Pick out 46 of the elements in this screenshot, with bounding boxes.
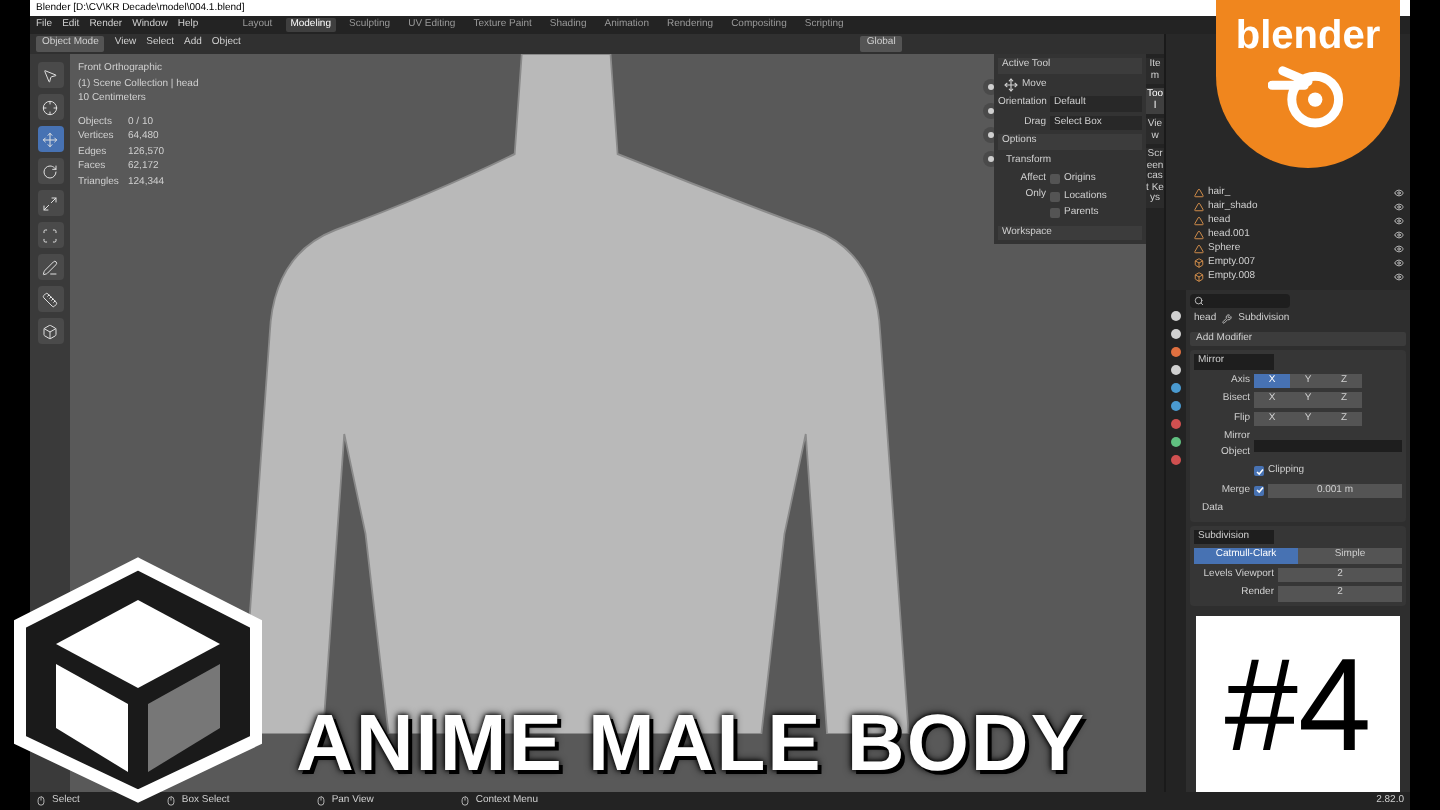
eye-icon[interactable] — [1394, 202, 1404, 212]
tool-button[interactable] — [37, 190, 63, 216]
checkbox[interactable] — [1254, 485, 1264, 496]
checkmark-icon — [1255, 486, 1263, 495]
wrench-icon — [1222, 314, 1233, 325]
mouse-icon — [36, 796, 46, 806]
mouse-icon — [165, 796, 176, 806]
crosshair-icon — [42, 99, 58, 115]
eye-icon[interactable] — [1394, 258, 1404, 268]
tool-button[interactable] — [37, 62, 63, 88]
tool-button[interactable] — [37, 126, 63, 152]
search-icon — [1194, 296, 1204, 306]
ruler-icon — [42, 291, 58, 307]
move-arrows-icon — [1004, 77, 1018, 92]
mouse-icon — [315, 796, 326, 806]
cube-icon — [42, 323, 58, 339]
eye-icon[interactable] — [1394, 230, 1404, 240]
frame-icon — [42, 227, 58, 243]
pointer-icon — [42, 67, 58, 83]
tool-button[interactable] — [37, 254, 63, 280]
move-arrows-icon — [42, 131, 58, 147]
rotate-icon — [42, 163, 58, 179]
blender-logo-icon — [1268, 60, 1348, 132]
mouse-icon — [459, 796, 470, 806]
checkbox[interactable] — [1254, 466, 1264, 477]
scale-icon — [42, 195, 58, 211]
tool-button[interactable] — [37, 318, 63, 344]
search-field[interactable] — [1190, 294, 1290, 308]
tool-button[interactable] — [37, 94, 63, 120]
cube-icon — [1194, 258, 1204, 268]
logo-text: blender — [1235, 16, 1381, 56]
checkmark-icon — [1255, 467, 1263, 476]
tool-button[interactable] — [37, 286, 63, 312]
tool-button[interactable] — [37, 222, 63, 248]
episode-number: #4 — [1224, 638, 1372, 770]
object-field[interactable] — [1254, 439, 1402, 451]
tool-button[interactable] — [37, 158, 63, 184]
eye-icon[interactable] — [1394, 216, 1404, 226]
checkbox[interactable] — [1050, 174, 1060, 185]
checkbox[interactable] — [1050, 191, 1060, 202]
eye-icon[interactable] — [1394, 188, 1404, 198]
eye-icon[interactable] — [1394, 244, 1404, 254]
eye-icon[interactable] — [1394, 272, 1404, 282]
checkbox[interactable] — [1050, 208, 1060, 219]
pen-icon — [42, 259, 58, 275]
cube-icon — [1194, 272, 1204, 282]
